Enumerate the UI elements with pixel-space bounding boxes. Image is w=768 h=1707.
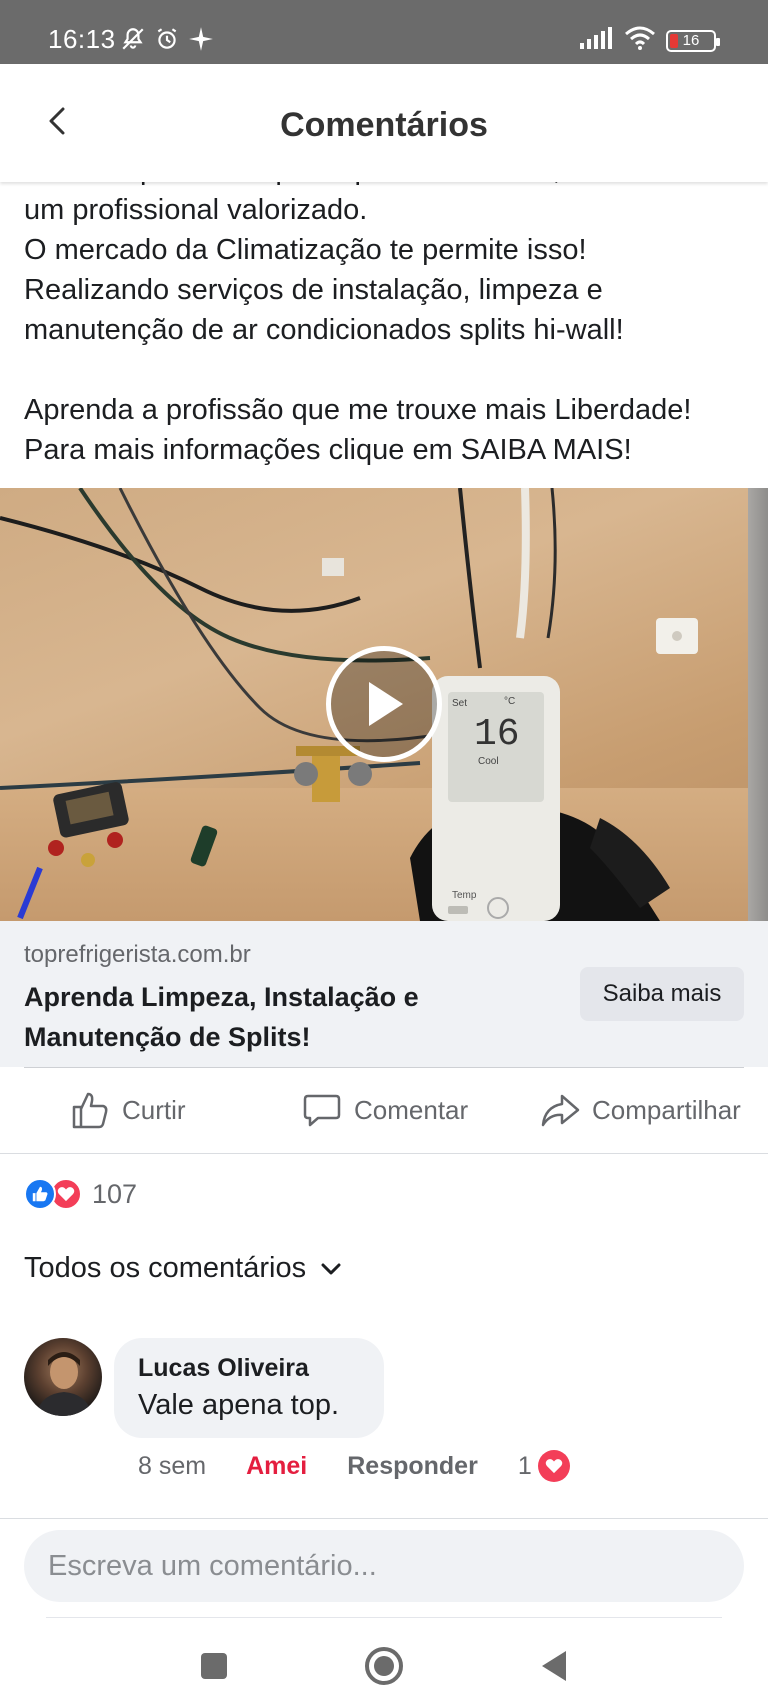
mute-icon [120,26,146,57]
battery-level: 16 [682,32,700,49]
comment-reaction-count: 1 [517,1451,532,1480]
status-icons-left [120,26,214,57]
remote-set: Set [452,698,467,709]
link-preview[interactable]: toprefrigerista.com.br Aprenda Limpeza, … [0,921,768,1068]
play-icon [369,682,403,726]
comment-meta: 8 sem Amei Responder 1 [138,1450,570,1482]
page-title: Comentários [280,106,488,144]
alarm-icon [154,26,180,57]
comments-filter[interactable]: Todos os comentários [24,1252,342,1285]
reactions-summary[interactable]: 107 [24,1178,137,1210]
comment-bubble[interactable]: Lucas Oliveira Vale apena top. [114,1338,384,1438]
post-line: Realizando serviços de instalação, limpe… [24,274,603,306]
share-icon [541,1094,580,1127]
share-button[interactable]: Compartilhar [540,1090,741,1130]
battery-icon: 16 [666,29,720,52]
remote-mode: Cool [478,756,499,767]
square-icon [201,1653,227,1679]
heart-icon [537,1450,570,1482]
comment-label: Comentar [354,1094,469,1125]
divider [0,1518,768,1519]
post-line: Aprenda a profissão que me trouxe mais L… [24,394,692,426]
home-circle-icon [365,1647,403,1685]
reply-button[interactable]: Responder [347,1452,478,1481]
header: Comentários [0,64,768,182]
comments-filter-label: Todos os comentários [24,1252,307,1284]
status-icons-right: 16 [580,26,720,55]
comment-text: Vale apena top. [138,1389,340,1421]
post-line: Para mais informações clique em SAIBA MA… [24,434,632,466]
comment-author[interactable]: Lucas Oliveira [138,1354,360,1383]
like-label: Curtir [122,1094,186,1125]
recents-button[interactable] [192,1644,236,1688]
like-reaction-icon [24,1178,56,1210]
comment-input[interactable] [24,1530,744,1602]
triangle-back-icon [542,1651,566,1681]
thumbs-up-icon [72,1092,108,1129]
comment-reaction-button[interactable]: Amei [246,1452,307,1481]
status-time: 16:13 [48,24,116,54]
comment-time: 8 sem [138,1451,207,1480]
post-line: um profissional valorizado. [24,194,368,226]
like-button[interactable]: Curtir [70,1090,186,1130]
post-video[interactable]: Set °C 16 Cool Temp [0,488,768,921]
reaction-count: 107 [92,1178,138,1209]
post-line: manutenção de ar condicionados splits hi… [24,314,624,346]
post-line: O mercado da Climatização te permite iss… [24,234,587,266]
remote-temp-label: Temp [452,890,477,901]
post-actions: Curtir Comentar Compartilhar [0,1068,768,1154]
wifi-icon [624,26,656,55]
saiba-mais-button[interactable]: Saiba mais [580,967,744,1021]
post-text: Em uma profissão que te permite crescer,… [24,150,754,470]
comment-icon [303,1094,341,1127]
link-headline: Aprenda Limpeza, Instalação e Manutenção… [24,982,419,1052]
link-domain: toprefrigerista.com.br [24,941,251,968]
status-bar: 16:13 16 [0,0,768,64]
divider [46,1617,722,1618]
system-back-button[interactable] [532,1644,576,1688]
chevron-down-icon [321,1263,341,1274]
play-button[interactable] [326,646,442,762]
home-button[interactable] [362,1644,406,1688]
system-nav-bar [0,1620,768,1707]
remote-temp: 16 [474,713,520,756]
signal-icon [580,27,614,54]
share-label: Compartilhar [592,1094,741,1125]
remote-unit: °C [504,696,515,707]
comment-button[interactable]: Comentar [302,1090,468,1130]
sparkle-icon [188,26,214,57]
avatar[interactable] [24,1338,102,1416]
